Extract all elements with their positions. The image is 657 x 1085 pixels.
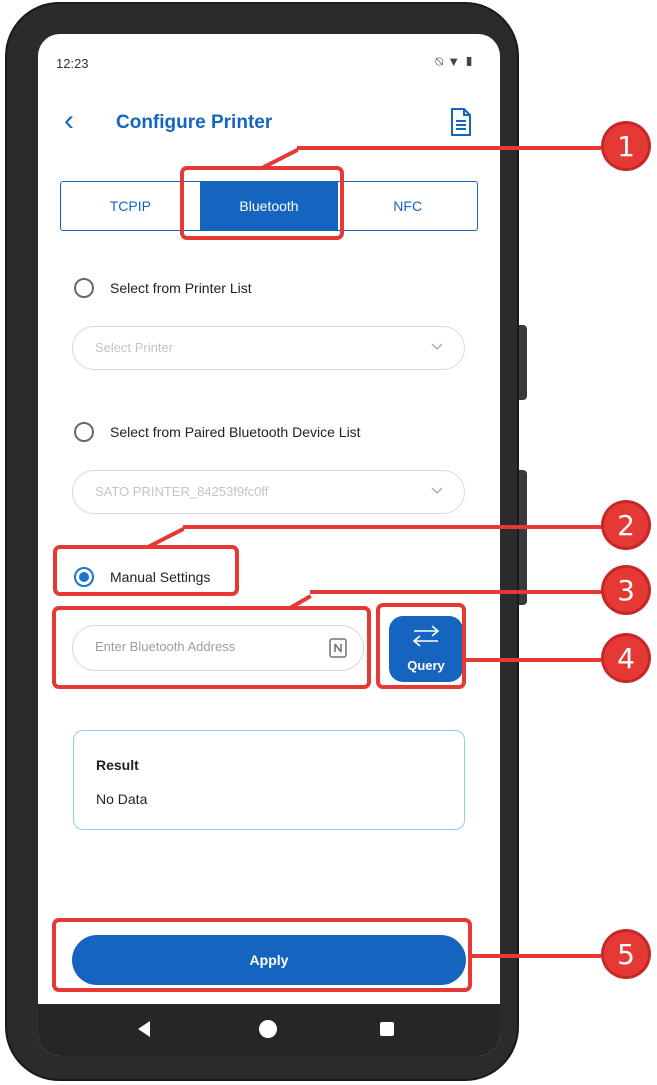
wifi-icon: ▼ <box>447 54 465 69</box>
callout-badge-3: 3 <box>604 568 648 612</box>
callout-badge-2: 2 <box>604 503 648 547</box>
chevron-down-icon <box>431 487 443 495</box>
callout-badge-1: 1 <box>604 124 648 168</box>
callout-box-manual-settings <box>53 545 239 596</box>
nav-back-icon[interactable] <box>138 1021 150 1037</box>
paired-device-dropdown[interactable]: SATO PRINTER_84253f9fc0ff <box>72 470 465 514</box>
phone-side-button-upper <box>517 325 527 400</box>
status-icons: ⍉▼▮ <box>435 54 478 70</box>
callout-leader-3b <box>310 590 607 594</box>
phone-side-button-lower <box>517 470 527 605</box>
callout-box-query-button <box>376 603 466 689</box>
result-title: Result <box>96 757 139 773</box>
tab-nfc[interactable]: NFC <box>338 182 477 230</box>
document-icon[interactable] <box>450 108 472 136</box>
select-printer-placeholder: Select Printer <box>95 340 174 355</box>
system-nav-bar <box>38 1004 500 1056</box>
paired-list-label: Select from Paired Bluetooth Device List <box>110 424 361 440</box>
callout-box-apply-button <box>52 918 472 992</box>
select-printer-dropdown[interactable]: Select Printer <box>72 326 465 370</box>
callout-leader-2b <box>183 525 607 529</box>
status-time: 12:23 <box>56 56 89 71</box>
result-value: No Data <box>96 791 148 807</box>
printer-list-label: Select from Printer List <box>110 280 252 296</box>
callout-box-address-input <box>52 606 371 689</box>
paired-list-radio[interactable] <box>74 422 94 442</box>
callout-badge-4: 4 <box>604 636 648 680</box>
tab-tcpip[interactable]: TCPIP <box>61 182 200 230</box>
status-bar: 12:23 ⍉▼▮ <box>38 34 500 86</box>
paired-list-option[interactable]: Select from Paired Bluetooth Device List <box>74 422 361 442</box>
battery-icon: ▮ <box>464 54 478 69</box>
result-panel: Result No Data <box>73 730 465 830</box>
callout-leader-1b <box>297 146 607 150</box>
chevron-down-icon <box>431 343 443 351</box>
page-title: Configure Printer <box>116 112 273 133</box>
nav-home-icon[interactable] <box>259 1020 277 1038</box>
callout-leader-4 <box>466 658 607 662</box>
printer-list-option[interactable]: Select from Printer List <box>74 278 252 298</box>
nav-recents-icon[interactable] <box>380 1022 394 1036</box>
notification-off-icon: ⍉ <box>435 54 448 69</box>
back-arrow-icon[interactable]: ‹ <box>64 106 74 136</box>
app-bar: ‹ Configure Printer <box>38 104 500 144</box>
printer-list-radio[interactable] <box>74 278 94 298</box>
paired-device-value: SATO PRINTER_84253f9fc0ff <box>95 484 269 499</box>
callout-badge-5: 5 <box>604 932 648 976</box>
callout-leader-5 <box>472 954 607 958</box>
callout-box-bluetooth-tab <box>180 166 344 240</box>
